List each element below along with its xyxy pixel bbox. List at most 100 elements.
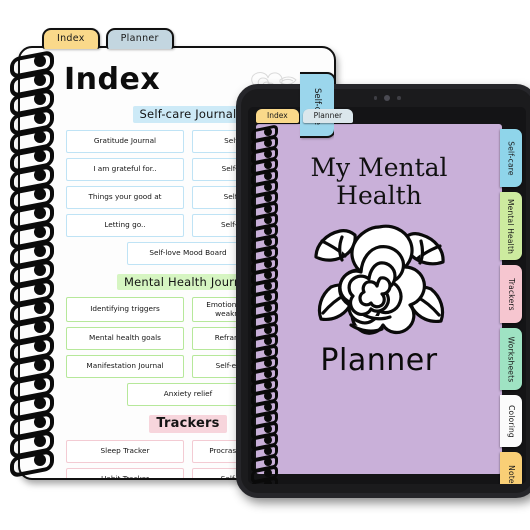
tablet-device: Index Planner My Mental Health Planner S… bbox=[236, 84, 530, 498]
list-item[interactable]: Mental health goals bbox=[66, 327, 184, 351]
spiral-ring bbox=[8, 282, 48, 297]
notebook-spiral-binding bbox=[8, 54, 54, 472]
spiral-ring bbox=[250, 391, 274, 400]
tablet-tab-index[interactable]: Index bbox=[256, 109, 299, 123]
spiral-ring bbox=[250, 215, 274, 224]
cover-title-line1: My Mental bbox=[310, 153, 448, 182]
planner-cover: My Mental Health Planner bbox=[256, 124, 502, 474]
spiral-ring bbox=[8, 206, 48, 221]
spiral-ring bbox=[250, 248, 274, 257]
notebook-top-tabs: Index Planner bbox=[42, 28, 174, 49]
list-item[interactable]: Letting go.. bbox=[66, 213, 184, 237]
spiral-ring bbox=[250, 336, 274, 345]
spiral-ring bbox=[250, 402, 274, 411]
spiral-ring bbox=[8, 130, 48, 145]
spiral-ring bbox=[8, 453, 48, 468]
tablet-top-tabs: Index Planner bbox=[256, 109, 354, 123]
spiral-ring bbox=[8, 225, 48, 240]
spiral-ring bbox=[250, 204, 274, 213]
notebook-tab-index[interactable]: Index bbox=[42, 28, 100, 49]
side-tab-label: Self-care bbox=[506, 140, 516, 176]
spiral-ring bbox=[8, 73, 48, 88]
list-item[interactable]: Sleep Tracker bbox=[66, 439, 184, 463]
spiral-ring bbox=[8, 111, 48, 126]
spiral-ring bbox=[250, 413, 274, 422]
spiral-ring bbox=[250, 314, 274, 323]
spiral-ring bbox=[250, 358, 274, 367]
side-tab-selfcare[interactable]: Self-care bbox=[500, 129, 522, 187]
list-item[interactable]: Self-love Mood Board bbox=[127, 241, 249, 265]
spiral-ring bbox=[250, 457, 274, 466]
spiral-ring bbox=[250, 171, 274, 180]
tablet-tab-planner[interactable]: Planner bbox=[302, 109, 354, 123]
spiral-ring bbox=[250, 424, 274, 433]
spiral-ring bbox=[8, 168, 48, 183]
spiral-ring bbox=[250, 237, 274, 246]
spiral-ring bbox=[250, 182, 274, 191]
cover-subtitle: Planner bbox=[320, 343, 438, 378]
list-item[interactable]: Identifying triggers bbox=[66, 297, 184, 323]
spiral-ring bbox=[8, 396, 48, 411]
side-tab-worksheets[interactable]: Worksheets bbox=[500, 328, 522, 390]
tablet-screen: Index Planner My Mental Health Planner S… bbox=[248, 107, 526, 484]
side-tab-label: Worksheets bbox=[506, 336, 516, 382]
sensor-icon bbox=[373, 96, 377, 100]
front-camera-icon bbox=[384, 95, 390, 101]
spiral-ring bbox=[250, 325, 274, 334]
notebook-sidetab-selfcare[interactable]: Self-care bbox=[300, 72, 334, 138]
spiral-ring bbox=[8, 244, 48, 259]
notebook-tab-planner[interactable]: Planner bbox=[105, 28, 174, 49]
spiral-ring bbox=[250, 479, 274, 484]
spiral-ring bbox=[250, 468, 274, 477]
spiral-ring bbox=[250, 380, 274, 389]
list-item[interactable]: Habit Tracker bbox=[66, 467, 184, 478]
spiral-ring bbox=[8, 358, 48, 373]
spiral-ring bbox=[8, 54, 48, 69]
spiral-ring bbox=[250, 369, 274, 378]
rose-illustration-icon bbox=[314, 224, 445, 335]
list-item[interactable]: Gratitude Journal bbox=[66, 129, 184, 153]
spiral-ring bbox=[8, 149, 48, 164]
spiral-ring bbox=[250, 138, 274, 147]
list-item[interactable]: Manifestation Journal bbox=[66, 355, 184, 379]
spiral-ring bbox=[8, 320, 48, 335]
list-item[interactable]: Anxiety relief bbox=[127, 383, 249, 407]
screenshot-canvas: Index Planner Self-care Index Self-care … bbox=[0, 0, 530, 530]
spiral-ring bbox=[250, 259, 274, 268]
side-tab-notes[interactable]: Notes bbox=[500, 452, 522, 484]
spiral-ring bbox=[8, 301, 48, 316]
spiral-ring bbox=[250, 149, 274, 158]
side-tab-trackers[interactable]: Trackers bbox=[500, 265, 522, 323]
spiral-ring bbox=[250, 347, 274, 356]
side-tab-label: Notes bbox=[506, 464, 516, 484]
section-header-selfcare: Self-care Journal bbox=[132, 106, 244, 123]
spiral-ring bbox=[8, 92, 48, 107]
spiral-ring bbox=[8, 377, 48, 392]
spiral-ring bbox=[250, 303, 274, 312]
spiral-ring bbox=[250, 270, 274, 279]
spiral-ring bbox=[250, 446, 274, 455]
cover-title-line2: Health bbox=[336, 180, 422, 210]
spiral-ring bbox=[8, 263, 48, 278]
tablet-camera-bar bbox=[241, 89, 530, 107]
spiral-ring bbox=[250, 193, 274, 202]
spiral-ring bbox=[8, 434, 48, 449]
spiral-ring bbox=[250, 435, 274, 444]
spiral-ring bbox=[250, 127, 274, 136]
section-header-trackers: Trackers bbox=[149, 415, 227, 433]
sensor-icon bbox=[397, 96, 401, 100]
spiral-ring bbox=[8, 187, 48, 202]
spiral-ring bbox=[8, 339, 48, 354]
side-tab-mentalhealth[interactable]: Mental Health bbox=[500, 192, 522, 260]
side-tab-coloring[interactable]: Coloring bbox=[500, 395, 522, 447]
list-item[interactable]: Things your good at bbox=[66, 185, 184, 209]
tablet-spiral-binding bbox=[250, 127, 276, 484]
spiral-ring bbox=[250, 292, 274, 301]
spiral-ring bbox=[250, 160, 274, 169]
side-tab-label: Mental Health bbox=[506, 198, 516, 254]
side-tab-label: Trackers bbox=[506, 277, 516, 311]
spiral-ring bbox=[250, 281, 274, 290]
list-item[interactable]: I am grateful for.. bbox=[66, 157, 184, 181]
spiral-ring bbox=[8, 415, 48, 430]
side-tab-label: Coloring bbox=[506, 404, 516, 438]
